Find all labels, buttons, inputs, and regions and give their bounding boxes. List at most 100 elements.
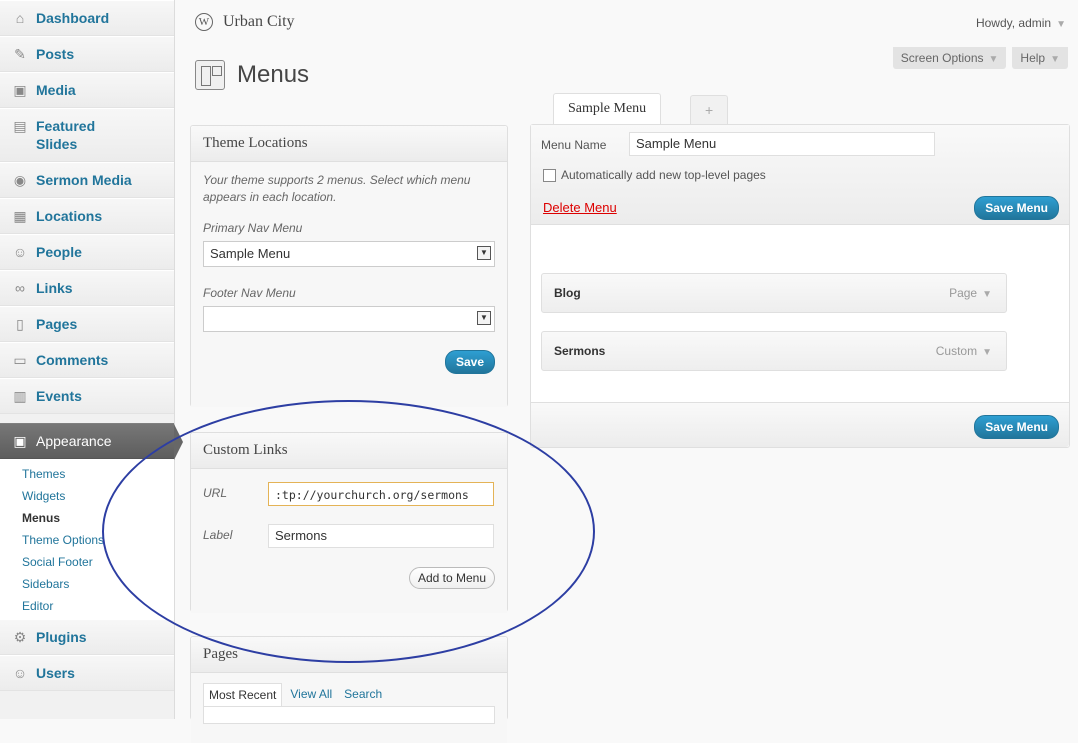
custom-links-box: Custom Links URL :tp://yourchurch.org/se…	[190, 432, 508, 613]
auto-add-row[interactable]: Automatically add new top-level pages	[543, 168, 766, 183]
theme-locations-box: Theme Locations Your theme supports 2 me…	[190, 125, 508, 407]
sidebar-item-comments[interactable]: ▭ Comments	[0, 342, 174, 378]
tab-search[interactable]: Search	[340, 683, 386, 706]
submenu-social-footer[interactable]: Social Footer	[0, 551, 174, 573]
sidebar-item-featured-slides[interactable]: ▤ Featured Slides	[0, 108, 174, 162]
screen-meta-links: Screen Options ▼ Help ▼	[892, 47, 1068, 69]
submenu-menus[interactable]: Menus	[0, 507, 174, 529]
chevron-down-icon: ▼	[477, 246, 491, 260]
menu-item-type[interactable]: Custom ▼	[936, 344, 992, 358]
menu-item-type[interactable]: Page ▼	[949, 286, 992, 300]
menus-page-icon	[195, 60, 225, 90]
save-locations-button[interactable]: Save	[444, 350, 495, 374]
menu-name-input[interactable]: Sample Menu	[629, 132, 935, 156]
url-input[interactable]: :tp://yourchurch.org/sermons	[268, 482, 494, 506]
menu-item-title: Sermons	[554, 344, 606, 358]
pushpin-icon: ✎	[14, 46, 26, 62]
save-menu-button-top[interactable]: Save Menu	[974, 196, 1059, 220]
custom-links-title[interactable]: Custom Links	[191, 433, 507, 469]
screen-options-label: Screen Options	[900, 51, 984, 65]
auto-add-checkbox[interactable]	[543, 169, 556, 183]
admin-sidebar: ⌂ Dashboard ✎ Posts ▣ Media ▤ Featured S…	[0, 0, 183, 719]
sidebar-item-people[interactable]: ☺ People	[0, 234, 174, 270]
pages-box: Pages Most Recent View All Search	[190, 636, 508, 743]
save-menu-button-bottom[interactable]: Save Menu	[974, 415, 1059, 439]
plugin-icon: ⚙	[13, 629, 27, 645]
site-title-text: Urban City	[223, 13, 295, 30]
tab-view-all[interactable]: View All	[282, 683, 340, 706]
primary-nav-value: Sample Menu	[210, 246, 291, 261]
chevron-down-icon: ▼	[1050, 54, 1060, 65]
custom-links-body: URL :tp://yourchurch.org/sermons Label S…	[191, 469, 507, 613]
submenu-editor[interactable]: Editor	[0, 595, 174, 617]
sidebar-item-dashboard[interactable]: ⌂ Dashboard	[0, 0, 174, 36]
pages-title[interactable]: Pages	[191, 637, 507, 673]
sidebar-item-locations[interactable]: ▦ Locations	[0, 198, 174, 234]
page-title-block: Menus	[195, 60, 309, 90]
menu-name-label: Menu Name	[541, 138, 607, 152]
map-icon: ▦	[13, 208, 27, 224]
menu-item-title: Blog	[554, 286, 581, 300]
chevron-down-icon: ▼	[982, 289, 992, 300]
tab-sample-menu[interactable]: Sample Menu	[553, 93, 662, 124]
sidebar-item-users[interactable]: ☺ Users	[0, 655, 174, 691]
sidebar-item-events[interactable]: ▥ Events	[0, 378, 174, 414]
pages-body: Most Recent View All Search	[191, 673, 507, 743]
chevron-down-icon: ▼	[988, 54, 999, 65]
submenu-themes[interactable]: Themes	[0, 463, 174, 485]
pages-list	[203, 706, 495, 724]
person-icon: ☺	[12, 244, 28, 260]
submenu-widgets[interactable]: Widgets	[0, 485, 174, 507]
chevron-down-icon: ▼	[1056, 19, 1066, 30]
menu-item-type-text: Custom	[935, 344, 978, 358]
menu-editor-footer: Save Menu	[531, 402, 1069, 447]
sidebar-item-media[interactable]: ▣ Media	[0, 72, 174, 108]
add-menu-tab[interactable]: +	[690, 95, 729, 124]
sidebar-item-links[interactable]: ∞ Links	[0, 270, 174, 306]
sidebar-item-posts[interactable]: ✎ Posts	[0, 36, 174, 72]
sidebar-item-label: Comments	[36, 352, 109, 368]
label-label: Label	[203, 528, 233, 542]
theme-locations-desc: Your theme supports 2 menus. Select whic…	[203, 173, 471, 204]
sidebar-item-label: Sermon Media	[36, 172, 132, 188]
primary-nav-select[interactable]: Sample Menu ▼	[203, 241, 495, 267]
delete-menu-link[interactable]: Delete Menu	[543, 200, 617, 215]
tab-most-recent[interactable]: Most Recent	[203, 683, 283, 706]
user-greeting[interactable]: Howdy, admin ▼	[976, 16, 1066, 30]
sidebar-item-label: Media	[36, 82, 76, 98]
sidebar-item-sermon-media[interactable]: ◉ Sermon Media	[0, 162, 174, 198]
site-title[interactable]: W Urban City	[195, 13, 295, 31]
add-to-menu-button[interactable]: Add to Menu	[408, 567, 495, 589]
auto-add-label: Automatically add new top-level pages	[561, 168, 766, 182]
submenu-theme-options[interactable]: Theme Options	[0, 529, 174, 551]
sidebar-item-label: Locations	[36, 208, 103, 224]
menu-item-type-text: Page	[949, 286, 978, 300]
footer-nav-select[interactable]: ▼	[203, 306, 495, 332]
primary-nav-label: Primary Nav Menu	[203, 221, 303, 235]
footer-nav-label: Footer Nav Menu	[203, 286, 296, 300]
sidebar-item-label: Links	[36, 280, 73, 296]
calendar-icon: ▥	[13, 388, 27, 404]
home-icon: ⌂	[15, 10, 25, 26]
submenu-sidebars[interactable]: Sidebars	[0, 573, 174, 595]
theme-locations-body: Your theme supports 2 menus. Select whic…	[191, 162, 507, 407]
sidebar-item-label: Appearance	[36, 433, 112, 449]
microphone-icon: ◉	[13, 172, 27, 188]
menu-editor-box: Menu Name Sample Menu Automatically add …	[530, 124, 1070, 448]
chevron-down-icon: ▼	[477, 311, 491, 325]
appearance-submenu: Themes Widgets Menus Theme Options Socia…	[0, 459, 174, 619]
menu-item-blog[interactable]: Blog Page ▼	[541, 273, 1007, 313]
appearance-icon: ▣	[13, 433, 27, 449]
label-input[interactable]: Sermons	[268, 524, 494, 548]
screen-options-button[interactable]: Screen Options ▼	[892, 47, 1007, 69]
help-label: Help	[1020, 51, 1046, 65]
menu-item-sermons[interactable]: Sermons Custom ▼	[541, 331, 1007, 371]
help-button[interactable]: Help ▼	[1012, 47, 1068, 69]
sidebar-item-pages[interactable]: ▯ Pages	[0, 306, 174, 342]
theme-locations-title[interactable]: Theme Locations	[191, 126, 507, 162]
sidebar-item-label: Featured Slides	[36, 118, 96, 152]
sidebar-item-label: Pages	[36, 316, 78, 332]
url-label: URL	[203, 486, 228, 500]
sidebar-item-plugins[interactable]: ⚙ Plugins	[0, 619, 174, 655]
sidebar-item-appearance[interactable]: ▣ Appearance	[0, 423, 183, 460]
